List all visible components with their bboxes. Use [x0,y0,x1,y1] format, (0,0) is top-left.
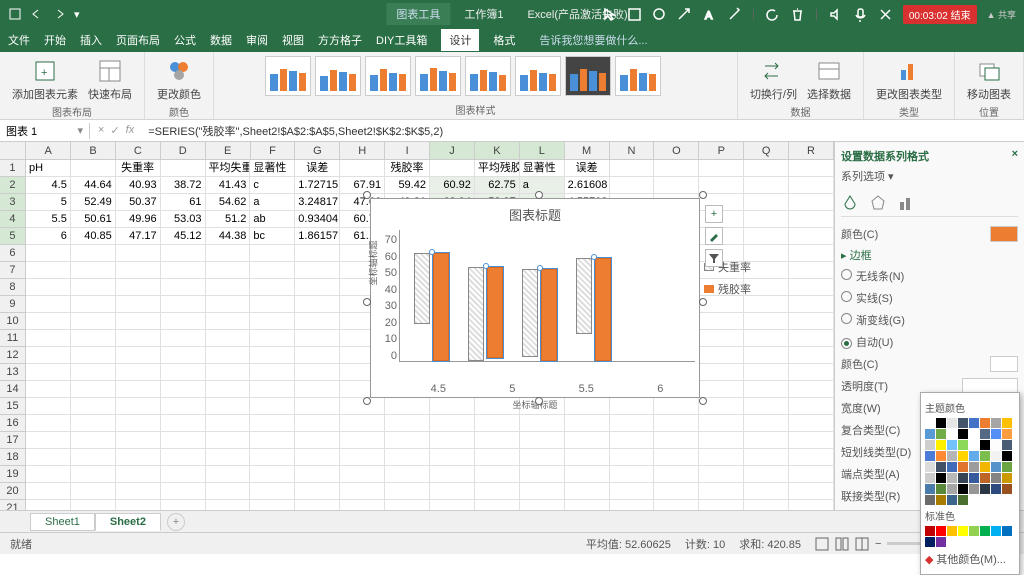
formula-input[interactable]: =SERIES("残胶率",Sheet2!$A$2:$A$5,Sheet2!$K… [142,123,1024,139]
fx-icon[interactable]: fx [126,124,135,137]
change-chart-type-button[interactable]: 更改图表类型 [874,56,944,104]
page-break-icon[interactable] [855,537,869,551]
status-count: 计数: 10 [685,536,725,552]
col-header[interactable]: K [475,142,520,159]
col-header[interactable]: N [610,142,655,159]
cancel-fx-icon[interactable]: × [98,124,104,137]
quick-layout-button[interactable]: 快速布局 [86,56,134,104]
circle-icon[interactable] [652,7,667,22]
menu-design[interactable]: 设计 [441,29,479,51]
status-avg: 平均值: 52.60625 [586,536,671,552]
select-all-corner[interactable] [0,142,26,159]
workbook-name: 工作簿1 [454,6,513,22]
move-chart-button[interactable]: 移动图表 [965,56,1013,104]
menu-layout[interactable]: 页面布局 [116,32,160,48]
col-header[interactable]: C [116,142,161,159]
wand-icon[interactable] [727,7,742,22]
page-layout-icon[interactable] [835,537,849,551]
group-layout-label: 图表布局 [52,104,92,121]
chart-title[interactable]: 图表标题 [371,199,699,230]
timer-badge: 00:03:02 结束 [903,5,977,24]
status-sum: 求和: 420.85 [739,536,801,552]
col-header[interactable]: L [520,142,565,159]
embedded-chart[interactable]: 图表标题 坐标轴标题 706050403020100 失重率 残胶率 4.555… [370,198,700,398]
change-color-button[interactable]: 更改颜色 [155,56,203,104]
tab-sheet1[interactable]: Sheet1 [30,513,95,531]
col-header[interactable]: J [430,142,475,159]
menu-start[interactable]: 开始 [44,32,66,48]
undo-icon[interactable] [30,7,44,21]
menu-formula[interactable]: 公式 [174,32,196,48]
col-header[interactable]: F [251,142,296,159]
menu-file[interactable]: 文件 [8,32,30,48]
save-icon[interactable] [8,7,22,21]
text-icon[interactable]: A [702,7,717,22]
col-header[interactable]: H [340,142,385,159]
color-popup[interactable]: 主题颜色 标准色 ◆ 其他颜色(M)... [920,392,1020,575]
chart-tools-tab: 图表工具 [386,3,450,25]
menu-square[interactable]: 方方格子 [318,32,362,48]
chart-styles-gallery[interactable] [265,56,685,96]
tell-me[interactable]: 告诉我您想要做什么... [529,32,647,48]
mic-icon[interactable] [853,7,868,22]
menu-format[interactable]: 格式 [493,32,515,48]
name-box[interactable]: 图表 1▾ [0,123,90,139]
ok-fx-icon[interactable]: ✓ [110,124,119,137]
fill-tab-icon[interactable] [841,194,859,212]
svg-text:A: A [705,10,713,22]
undo2-icon[interactable] [765,7,780,22]
effects-tab-icon[interactable] [869,194,887,212]
fill-color-picker[interactable] [990,226,1018,242]
close-icon[interactable] [878,7,893,22]
chart-plus-button[interactable]: + [705,205,723,223]
chart-filter-button[interactable] [705,249,723,267]
col-header[interactable]: P [699,142,744,159]
col-header[interactable]: Q [744,142,789,159]
taskpane-close-icon[interactable]: × [1012,148,1018,164]
col-header[interactable]: B [71,142,116,159]
trash-icon[interactable] [790,7,805,22]
menu-review[interactable]: 审阅 [246,32,268,48]
col-header[interactable]: D [161,142,206,159]
tab-sheet2[interactable]: Sheet2 [95,513,161,531]
col-header[interactable]: M [565,142,610,159]
border-color-picker[interactable] [990,356,1018,372]
series-tab-icon[interactable] [897,194,915,212]
svg-text:+: + [41,67,47,79]
select-data-button[interactable]: 选择数据 [805,56,853,104]
col-header[interactable]: G [295,142,340,159]
square-icon[interactable] [627,7,642,22]
arrow-icon[interactable] [677,7,692,22]
menu-insert[interactable]: 插入 [80,32,102,48]
chart-brush-button[interactable] [705,227,723,245]
col-header[interactable]: I [385,142,430,159]
menu-view[interactable]: 视图 [282,32,304,48]
col-header[interactable]: A [26,142,71,159]
col-header[interactable]: E [206,142,251,159]
redo-icon[interactable] [52,7,66,21]
switch-row-col-button[interactable]: 切换行/列 [748,56,799,104]
volume-icon[interactable] [828,7,843,22]
status-ready: 就绪 [10,536,32,552]
menu-diy[interactable]: DIY工具箱 [376,32,427,48]
pointer-icon[interactable] [602,7,617,22]
col-header[interactable]: O [654,142,699,159]
menu-data[interactable]: 数据 [210,32,232,48]
add-sheet-button[interactable]: + [167,513,185,531]
normal-view-icon[interactable] [815,537,829,551]
col-header[interactable]: R [789,142,834,159]
add-chart-element-button[interactable]: +添加图表元素 [10,56,80,104]
